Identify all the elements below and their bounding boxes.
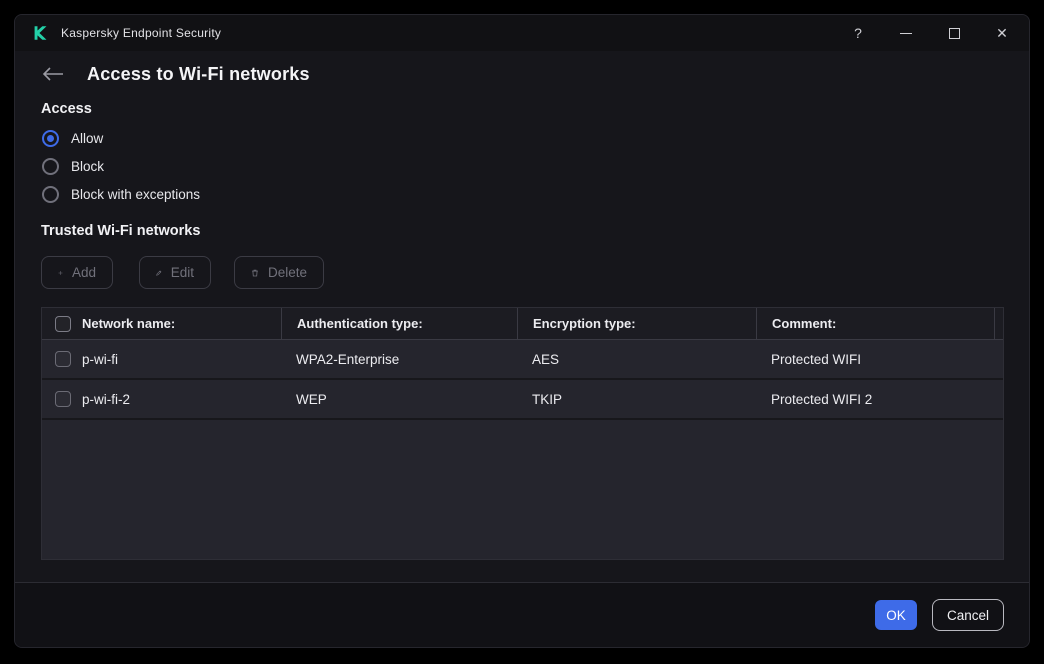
cell-comment: Protected WIFI (756, 352, 994, 367)
select-all-checkbox[interactable] (55, 316, 71, 332)
radio-icon (42, 158, 59, 175)
close-button[interactable]: ✕ (991, 22, 1013, 44)
cancel-button[interactable]: Cancel (932, 599, 1004, 631)
radio-label: Allow (71, 131, 103, 146)
page-title: Access to Wi-Fi networks (87, 64, 310, 85)
minimize-icon (900, 33, 912, 34)
radio-option-block-with-exceptions[interactable]: Block with exceptions (42, 185, 200, 203)
add-button[interactable]: Add (41, 256, 113, 289)
plus-icon (58, 266, 63, 280)
dialog-footer: OK Cancel (15, 582, 1029, 647)
trusted-networks-toolbar: Add Edit Delete (41, 256, 324, 289)
trusted-networks-table: Network name: Authentication type: Encry… (41, 307, 1004, 560)
radio-option-allow[interactable]: Allow (42, 129, 103, 147)
header-cell-authentication-type[interactable]: Authentication type: (281, 308, 517, 339)
add-button-label: Add (72, 265, 96, 280)
help-button[interactable]: ? (847, 22, 869, 44)
radio-option-block[interactable]: Block (42, 157, 104, 175)
radio-label: Block (71, 159, 104, 174)
edit-button-label: Edit (171, 265, 194, 280)
table-row[interactable]: p-wi-fi-2 WEP TKIP Protected WIFI 2 (42, 380, 1003, 420)
title-bar: Kaspersky Endpoint Security ? ✕ (15, 15, 1029, 51)
row-checkbox[interactable] (55, 391, 71, 407)
cell-value: p-wi-fi-2 (82, 392, 130, 407)
page-header: Access to Wi-Fi networks (41, 61, 310, 87)
trash-icon (251, 266, 259, 280)
edit-button[interactable]: Edit (139, 256, 211, 289)
column-label: Network name: (82, 316, 175, 331)
cell-value: p-wi-fi (82, 352, 118, 367)
table-empty-area (42, 420, 1003, 559)
row-checkbox[interactable] (55, 351, 71, 367)
column-label: Encryption type: (533, 316, 636, 331)
minimize-button[interactable] (895, 22, 917, 44)
cell-encryption-type: AES (517, 352, 756, 367)
header-cell-comment[interactable]: Comment: (756, 308, 994, 339)
table-header-row: Network name: Authentication type: Encry… (42, 308, 1003, 340)
back-arrow-icon (41, 66, 65, 82)
cell-authentication-type: WEP (281, 392, 517, 407)
access-heading: Access (41, 101, 92, 117)
header-cell-scroll-spacer (994, 308, 1010, 339)
ok-button[interactable]: OK (875, 600, 917, 630)
table-row[interactable]: p-wi-fi WPA2-Enterprise AES Protected WI… (42, 340, 1003, 380)
header-cell-network-name[interactable]: Network name: (42, 308, 281, 339)
back-button[interactable] (41, 61, 71, 87)
pencil-icon (156, 266, 162, 280)
radio-icon (42, 130, 59, 147)
delete-button-label: Delete (268, 265, 307, 280)
delete-button[interactable]: Delete (234, 256, 324, 289)
app-window: Kaspersky Endpoint Security ? ✕ Access t… (14, 14, 1030, 648)
cell-authentication-type: WPA2-Enterprise (281, 352, 517, 367)
header-cell-encryption-type[interactable]: Encryption type: (517, 308, 756, 339)
radio-label: Block with exceptions (71, 187, 200, 202)
cell-network-name: p-wi-fi (42, 351, 281, 367)
settings-page: Access to Wi-Fi networks Access Allow Bl… (15, 51, 1029, 582)
cell-encryption-type: TKIP (517, 392, 756, 407)
column-label: Authentication type: (297, 316, 423, 331)
maximize-button[interactable] (943, 22, 965, 44)
window-title: Kaspersky Endpoint Security (61, 26, 221, 40)
radio-icon (42, 186, 59, 203)
trusted-networks-heading: Trusted Wi-Fi networks (41, 223, 200, 239)
kaspersky-logo-icon (31, 24, 49, 42)
maximize-icon (949, 28, 960, 39)
column-label: Comment: (772, 316, 836, 331)
cell-network-name: p-wi-fi-2 (42, 391, 281, 407)
cell-comment: Protected WIFI 2 (756, 392, 994, 407)
